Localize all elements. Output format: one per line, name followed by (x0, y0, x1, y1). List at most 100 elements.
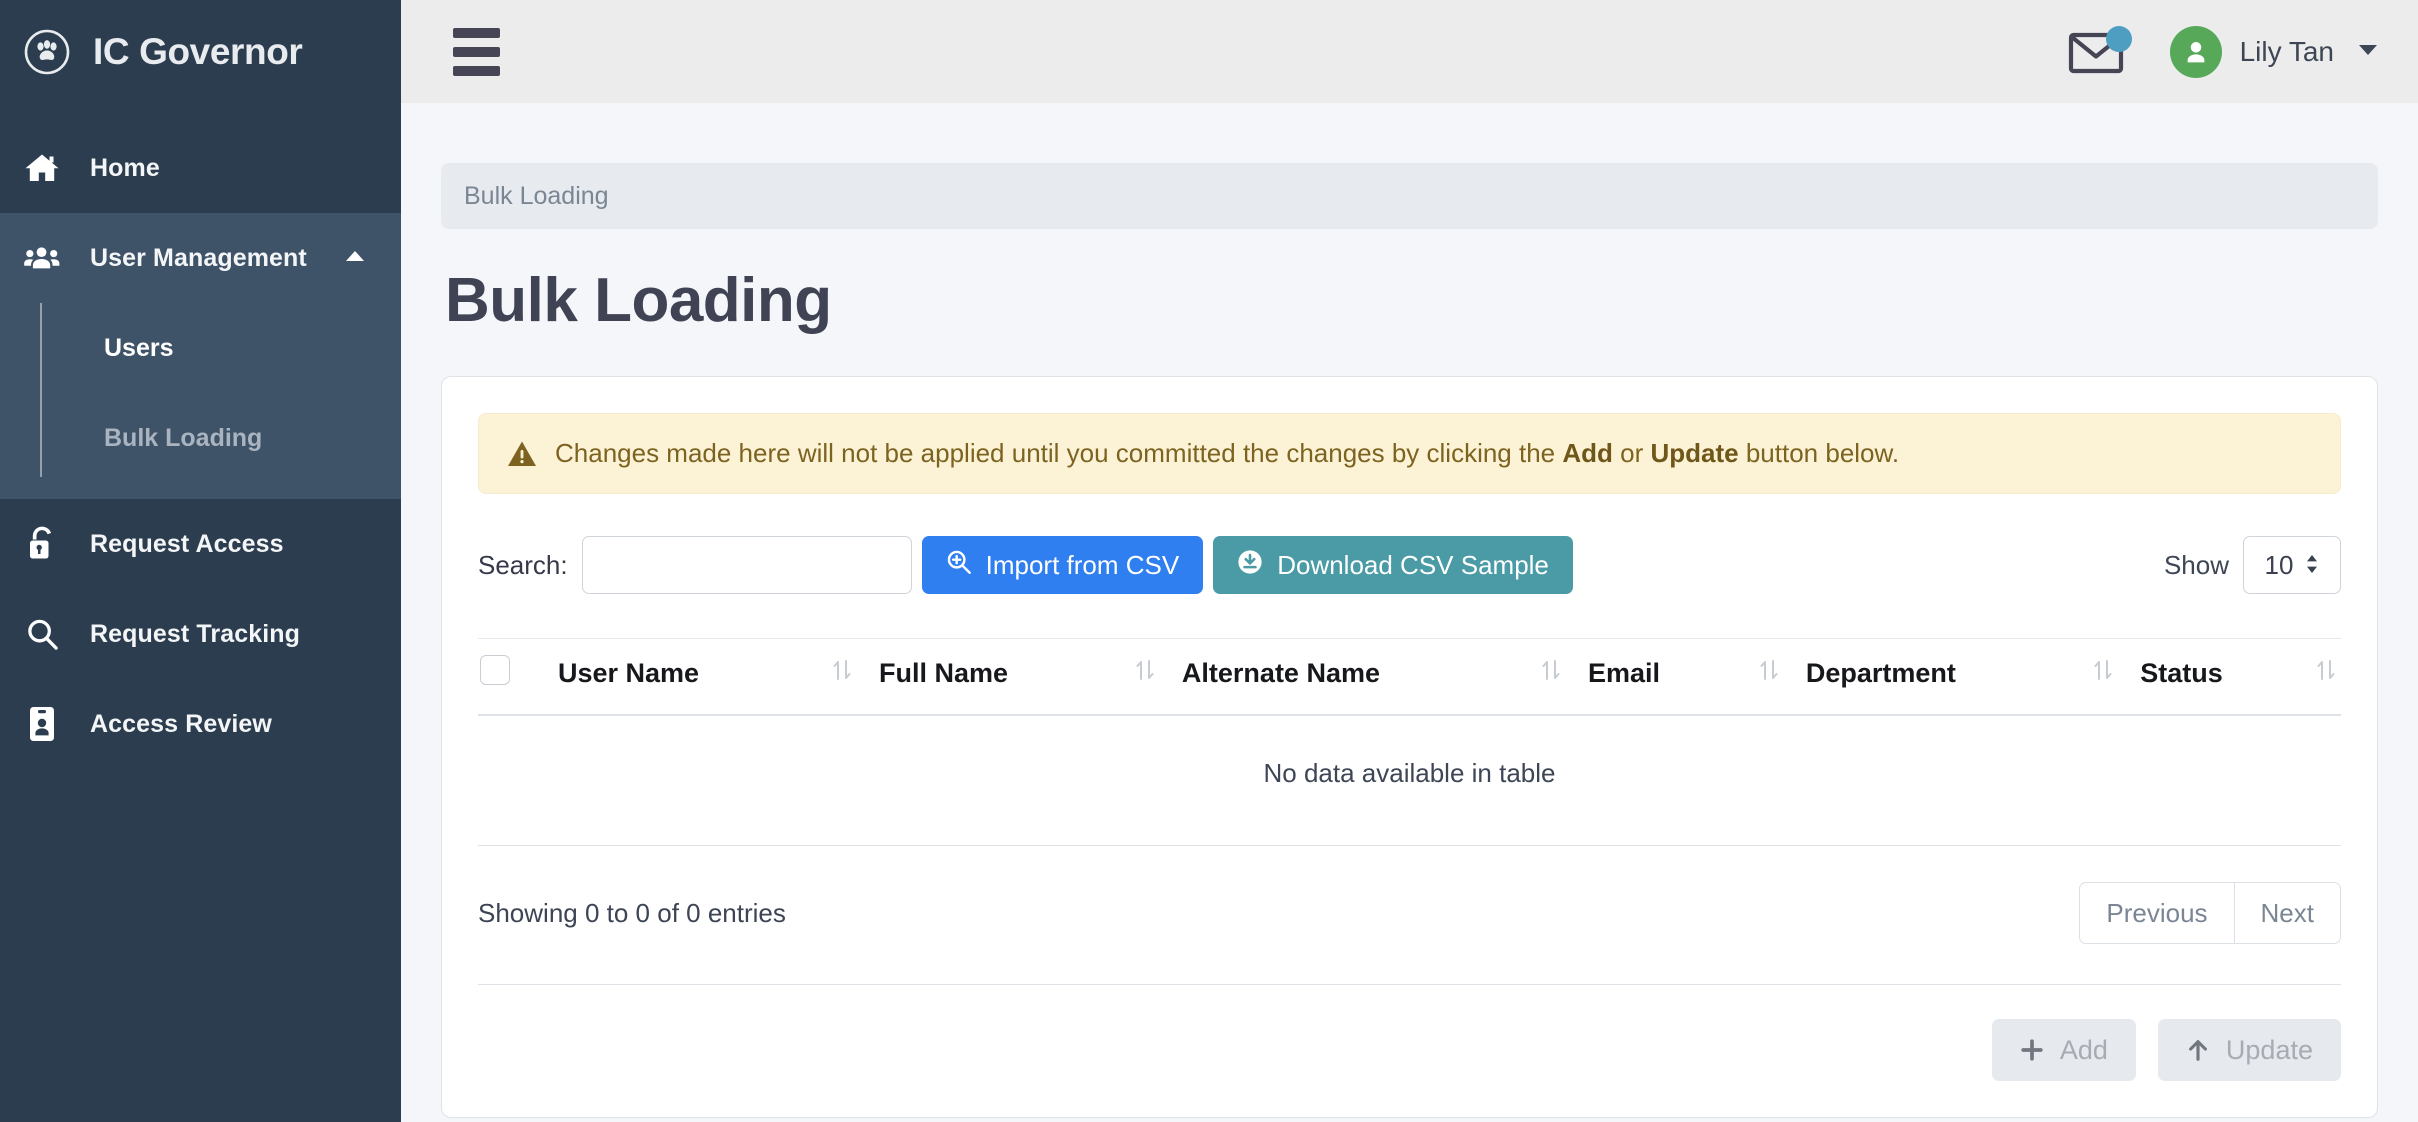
sidebar-item-access-review[interactable]: Access Review (0, 679, 401, 769)
entries-value: 10 (2264, 549, 2294, 580)
previous-page-button[interactable]: Previous (2079, 882, 2234, 944)
sort-updown-icon (2315, 658, 2337, 689)
alert-text-before: Changes made here will not be applied un… (555, 438, 1563, 468)
brand[interactable]: IC Governor (0, 0, 401, 103)
table-footer: Showing 0 to 0 of 0 entries Previous Nex… (478, 882, 2341, 944)
unlock-icon (24, 526, 60, 562)
user-name-label: Lily Tan (2239, 35, 2334, 67)
next-page-button[interactable]: Next (2233, 882, 2341, 944)
warning-alert: Changes made here will not be applied un… (478, 413, 2341, 494)
show-label: Show (2163, 549, 2229, 580)
hamburger-bar (453, 27, 500, 38)
warning-alert-text: Changes made here will not be applied un… (555, 438, 1899, 469)
empty-message: No data available in table (478, 715, 2341, 846)
sidebar-nav: Home User Management Users Bulk Loading … (0, 103, 401, 769)
content-area: Bulk Loading Bulk Loading Changes made h… (401, 103, 2418, 1122)
caret-down-icon (2358, 43, 2378, 61)
column-label: User Name (558, 658, 700, 688)
sidebar-item-label: Home (90, 153, 160, 182)
column-label: Alternate Name (1181, 658, 1380, 688)
topbar-right: Lily Tan (2068, 25, 2378, 78)
select-all-checkbox[interactable] (480, 655, 510, 685)
import-from-csv-label: Import from CSV (985, 549, 1180, 580)
id-badge-icon (24, 706, 60, 742)
sidebar-item-request-access[interactable]: Request Access (0, 499, 401, 589)
sidebar-item-user-management[interactable]: User Management (0, 213, 401, 303)
app-root: IC Governor Home User Management Users B… (0, 0, 2418, 1122)
search-label: Search: (478, 549, 568, 580)
notification-badge (2105, 25, 2132, 52)
search-group: Search: (478, 536, 912, 594)
sidebar-item-request-tracking[interactable]: Request Tracking (0, 589, 401, 679)
sidebar-item-label: Bulk Loading (104, 423, 263, 452)
update-button-label: Update (2225, 1034, 2313, 1065)
column-header-email[interactable]: Email (1587, 638, 1806, 716)
sidebar-submenu-user-management: Users Bulk Loading (0, 303, 401, 499)
add-button-label: Add (2059, 1034, 2108, 1065)
main-area: Lily Tan Bulk Loading Bulk Loading Chang… (401, 0, 2418, 1122)
breadcrumb-item[interactable]: Bulk Loading (464, 182, 609, 211)
column-header-alternate-name[interactable]: Alternate Name (1181, 638, 1588, 716)
table-controls: Search: Import from CSV Download CSV Sam… (478, 536, 2341, 594)
pagination: Previous Next (2079, 882, 2341, 944)
column-header-full-name[interactable]: Full Name (878, 638, 1182, 716)
table-empty-row: No data available in table (478, 715, 2341, 846)
sort-updown-icon (1758, 658, 1780, 689)
sidebar-item-label: Request Access (90, 529, 284, 558)
table-header-row: User Name Full Name Alternate Name Email… (478, 638, 2341, 716)
brand-title: IC Governor (93, 30, 303, 72)
showing-entries-info: Showing 0 to 0 of 0 entries (478, 897, 786, 928)
alert-text-middle: or (1612, 438, 1651, 468)
sort-updown-icon (1134, 658, 1156, 689)
breadcrumb: Bulk Loading (441, 163, 2378, 229)
page-title: Bulk Loading (445, 266, 832, 335)
plus-icon (2020, 1038, 2044, 1062)
user-menu[interactable]: Lily Tan (2169, 25, 2378, 78)
update-button[interactable]: Update (2157, 1019, 2341, 1081)
sort-updown-icon (831, 658, 853, 689)
column-label: Email (1587, 658, 1660, 688)
user-avatar-icon (2169, 25, 2222, 78)
hamburger-bar (453, 46, 500, 57)
sort-updown-icon (1540, 658, 1562, 689)
bulk-loading-table: User Name Full Name Alternate Name Email… (478, 638, 2341, 846)
sidebar: IC Governor Home User Management Users B… (0, 0, 401, 1122)
sidebar-item-label: User Management (90, 243, 307, 272)
select-all-header (478, 638, 558, 716)
sidebar-item-home[interactable]: Home (0, 123, 401, 213)
column-header-user-name[interactable]: User Name (558, 638, 879, 716)
sidebar-item-bulk-loading[interactable]: Bulk Loading (0, 393, 401, 483)
home-icon (24, 152, 60, 184)
entries-per-page-select[interactable]: 10 (2243, 536, 2341, 594)
column-label: Full Name (878, 658, 1008, 688)
search-input[interactable] (581, 536, 912, 594)
column-label: Status (2140, 658, 2223, 688)
alert-bold-update: Update (1650, 438, 1739, 468)
add-button[interactable]: Add (1991, 1019, 2136, 1081)
column-header-status[interactable]: Status (2140, 638, 2341, 716)
page-length-group: Show 10 (2164, 536, 2341, 594)
download-csv-sample-button[interactable]: Download CSV Sample (1213, 536, 1573, 594)
alert-bold-add: Add (1562, 438, 1613, 468)
sidebar-item-label: Users (104, 333, 174, 362)
sort-updown-icon (2305, 550, 2319, 581)
actions-row: Add Update (478, 985, 2341, 1081)
arrow-up-icon (2186, 1038, 2210, 1062)
warning-triangle-icon (507, 440, 537, 468)
table-head: User Name Full Name Alternate Name Email… (478, 638, 2341, 716)
sidebar-item-users[interactable]: Users (0, 303, 401, 393)
envelope-icon[interactable] (2068, 25, 2132, 76)
sidebar-item-label: Access Review (90, 709, 272, 738)
column-label: Department (1805, 658, 1956, 688)
column-header-department[interactable]: Department (1805, 638, 2141, 716)
topbar: Lily Tan (401, 0, 2418, 103)
import-from-csv-button[interactable]: Import from CSV (921, 536, 1204, 594)
alert-text-after: button below. (1738, 438, 1900, 468)
paw-print-circle-icon (23, 28, 71, 76)
hamburger-bar (453, 65, 500, 76)
search-plus-icon (946, 549, 972, 582)
hamburger-icon[interactable] (453, 27, 500, 76)
bulk-loading-card: Changes made here will not be applied un… (441, 376, 2378, 1118)
table-body: No data available in table (478, 715, 2341, 846)
search-icon (24, 618, 60, 651)
